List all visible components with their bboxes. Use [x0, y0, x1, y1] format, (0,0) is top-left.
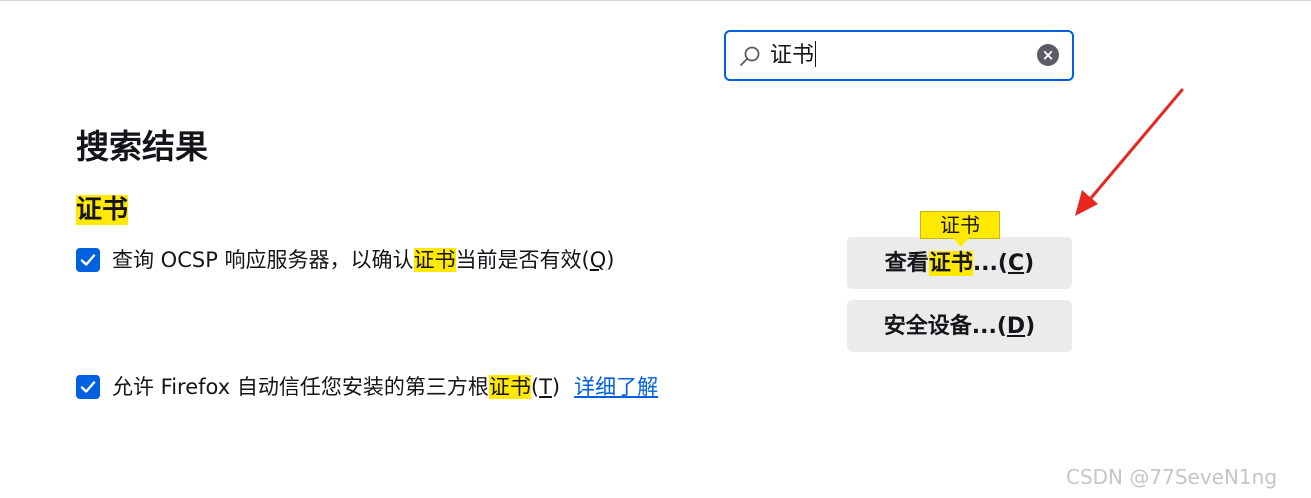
annotation-arrow-icon	[1075, 88, 1184, 216]
watermark: CSDN @77SeveN1ng	[1066, 465, 1278, 489]
